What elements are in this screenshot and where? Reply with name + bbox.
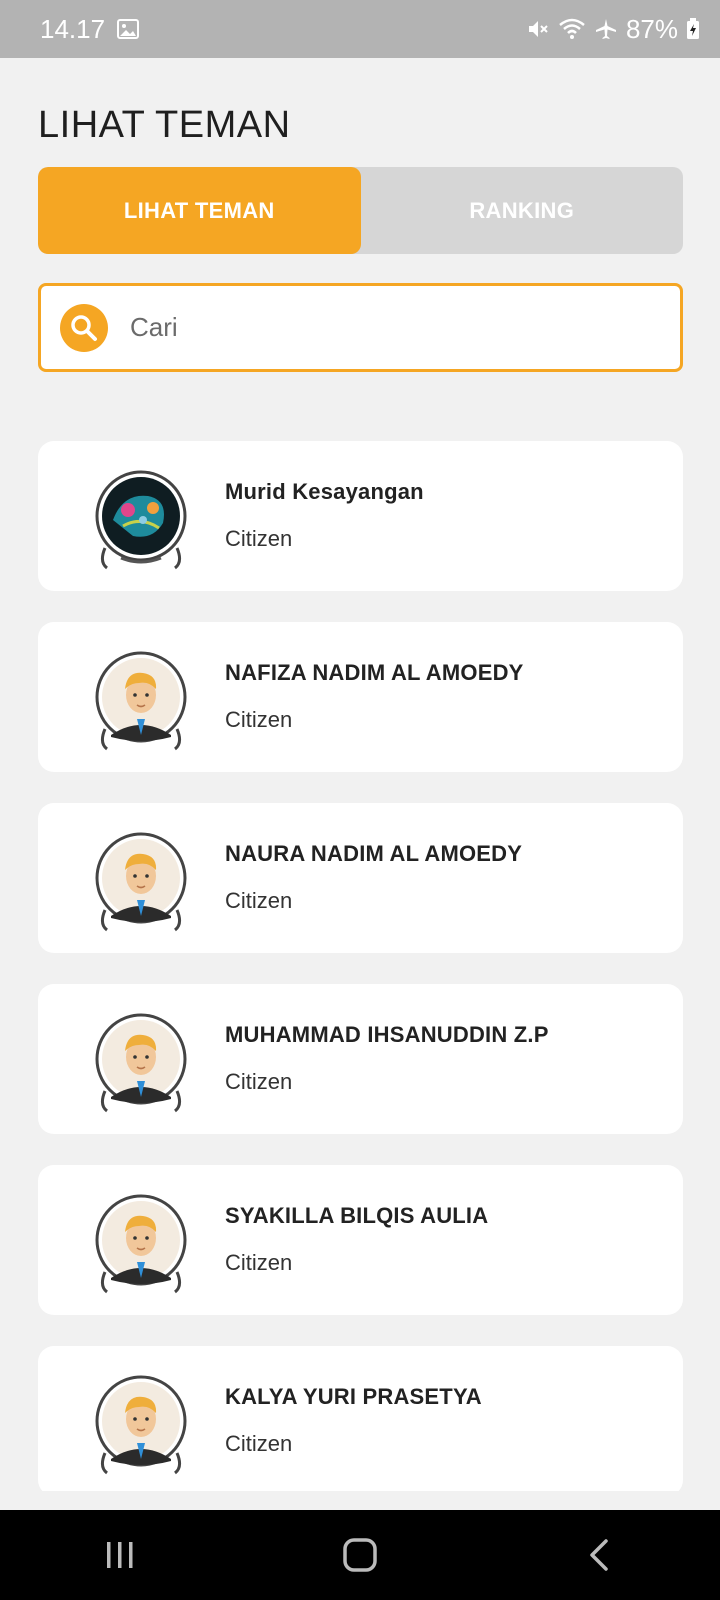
search-input[interactable]	[128, 311, 632, 344]
friend-role: Citizen	[225, 1069, 293, 1094]
airplane-icon	[594, 17, 618, 41]
friend-name: KALYA YURI PRASETYA	[225, 1384, 482, 1409]
friend-role: Citizen	[225, 1431, 293, 1456]
page-title: LIHAT TEMAN	[38, 104, 291, 146]
friend-card[interactable]: KALYA YURI PRASETYA Citizen	[38, 1346, 683, 1491]
friend-card[interactable]: Murid Kesayangan Citizen	[38, 441, 683, 591]
friend-role: Citizen	[225, 707, 293, 732]
status-time: 14.17	[40, 13, 106, 44]
mute-icon	[526, 17, 550, 41]
default-avatar	[95, 1375, 187, 1475]
status-bar: 14.17 87%	[0, 0, 720, 58]
friend-name: SYAKILLA BILQIS AULIA	[225, 1203, 489, 1228]
battery-icon	[686, 18, 700, 40]
recents-button[interactable]	[80, 1525, 160, 1585]
wifi-icon	[558, 17, 586, 41]
friend-name: NAURA NADIM AL AMOEDY	[225, 841, 523, 866]
image-icon	[117, 19, 140, 39]
friend-card[interactable]: NAURA NADIM AL AMOEDY Citizen	[38, 803, 683, 953]
tab-bar: LIHAT TEMAN RANKING	[38, 167, 683, 254]
friend-name: Murid Kesayangan	[225, 479, 424, 504]
tab-lihat-teman[interactable]: LIHAT TEMAN	[38, 167, 361, 254]
default-avatar	[95, 1194, 187, 1294]
default-avatar	[95, 651, 187, 751]
back-icon	[590, 1539, 608, 1571]
home-button[interactable]	[320, 1525, 400, 1585]
default-avatar	[95, 832, 187, 932]
friend-name: MUHAMMAD IHSANUDDIN Z.P	[225, 1022, 549, 1047]
default-avatar	[95, 1013, 187, 1113]
custom-avatar	[95, 470, 187, 570]
friend-role: Citizen	[225, 1250, 293, 1275]
navigation-bar	[0, 1510, 720, 1600]
search-bar	[38, 283, 683, 372]
recents-icon	[107, 1542, 133, 1568]
friend-card[interactable]: NAFIZA NADIM AL AMOEDY Citizen	[38, 622, 683, 772]
home-icon	[343, 1538, 377, 1572]
friend-card[interactable]: MUHAMMAD IHSANUDDIN Z.P Citizen	[38, 984, 683, 1134]
search-icon[interactable]	[60, 303, 108, 352]
friend-name: NAFIZA NADIM AL AMOEDY	[225, 660, 524, 685]
tab-ranking[interactable]: RANKING	[361, 167, 684, 254]
back-button[interactable]	[560, 1525, 640, 1585]
friend-role: Citizen	[225, 888, 293, 913]
friend-card[interactable]: SYAKILLA BILQIS AULIA Citizen	[38, 1165, 683, 1315]
friend-list: Murid Kesayangan Citizen NAFIZA NADIM AL…	[38, 441, 683, 1491]
battery-percentage: 87%	[625, 13, 678, 44]
friend-role: Citizen	[225, 526, 293, 551]
